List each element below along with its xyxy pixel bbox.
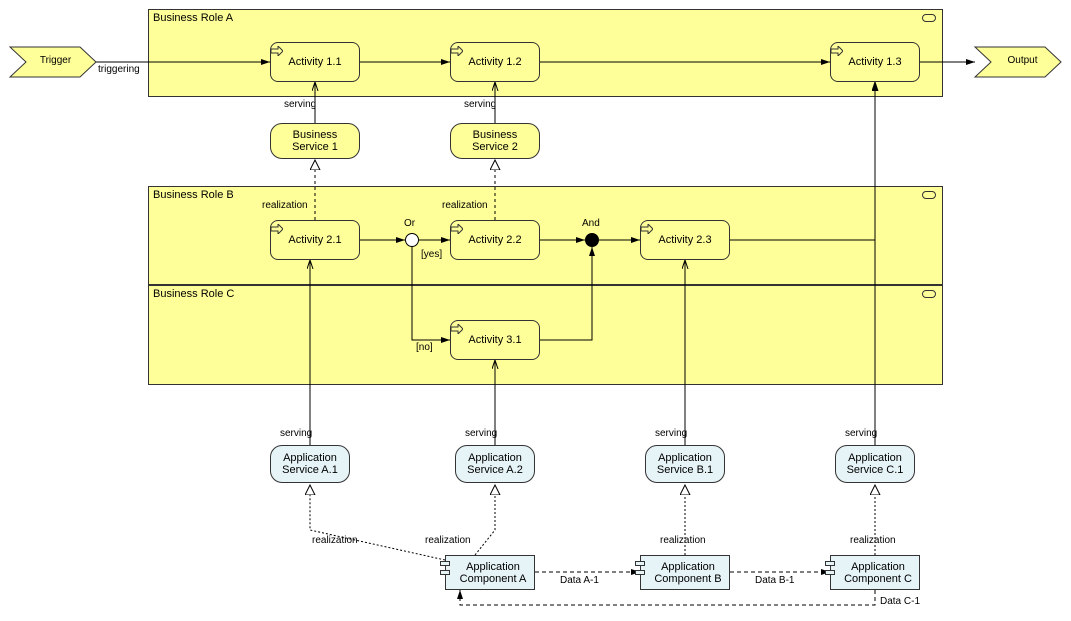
label-serving: serving (464, 99, 496, 110)
label: Application Service A.2 (462, 452, 528, 476)
app-service-a2[interactable]: Application Service A.2 (455, 445, 535, 483)
process-icon (271, 46, 283, 56)
app-component-a[interactable]: Application Component A (445, 555, 535, 590)
edge-a23-a13 (730, 82, 875, 240)
label: Application Service A.1 (277, 452, 343, 476)
process-icon (271, 224, 283, 234)
edge-a31-and (540, 247, 592, 340)
label: Business Service 2 (457, 129, 533, 153)
app-component-c[interactable]: Application Component C (830, 555, 920, 590)
label-data-a1: Data A-1 (560, 575, 599, 586)
app-service-a1[interactable]: Application Service A.1 (270, 445, 350, 483)
app-component-b[interactable]: Application Component B (640, 555, 730, 590)
label-realization: realization (425, 535, 471, 546)
label: Application Component B (645, 561, 725, 585)
activity-2-2[interactable]: Activity 2.2 (450, 220, 540, 260)
label: Application Component C (835, 561, 915, 585)
process-icon (641, 224, 653, 234)
label: Application Component A (450, 561, 530, 585)
label-no: [no] (416, 342, 433, 353)
and-junction[interactable] (585, 233, 599, 247)
edge-or-a31 (412, 247, 450, 340)
label-realization: realization (442, 200, 488, 211)
activity-3-1[interactable]: Activity 3.1 (450, 320, 540, 360)
label-realization: realization (660, 535, 706, 546)
label-serving: serving (284, 99, 316, 110)
edge-acC-acA (460, 590, 875, 605)
diagram-canvas: Business Role A Business Role B Business… (0, 0, 1071, 621)
label-or: Or (404, 218, 415, 229)
label-serving: serving (280, 428, 312, 439)
or-junction[interactable] (405, 233, 419, 247)
svg-layer (0, 0, 1071, 621)
edge-acA-asA1 (310, 485, 445, 560)
process-icon (831, 46, 843, 56)
process-icon (451, 324, 463, 334)
app-service-c1[interactable]: Application Service C.1 (835, 445, 915, 483)
activity-2-3[interactable]: Activity 2.3 (640, 220, 730, 260)
edge-acA-asA2 (475, 485, 495, 555)
label: Activity 2.3 (658, 234, 711, 246)
label: Activity 1.1 (288, 56, 341, 68)
label: Activity 1.3 (848, 56, 901, 68)
activity-1-2[interactable]: Activity 1.2 (450, 42, 540, 82)
activity-1-3[interactable]: Activity 1.3 (830, 42, 920, 82)
label-serving: serving (845, 428, 877, 439)
event-trigger-label: Trigger (28, 55, 83, 66)
label: Activity 2.2 (468, 234, 521, 246)
activity-1-1[interactable]: Activity 1.1 (270, 42, 360, 82)
label-data-c1: Data C-1 (880, 596, 920, 607)
business-service-2[interactable]: Business Service 2 (450, 123, 540, 159)
app-service-b1[interactable]: Application Service B.1 (645, 445, 725, 483)
business-service-1[interactable]: Business Service 1 (270, 123, 360, 159)
label-serving: serving (655, 428, 687, 439)
event-output-label: Output (995, 55, 1050, 66)
label: Application Service C.1 (842, 452, 908, 476)
label: Activity 1.2 (468, 56, 521, 68)
process-icon (451, 224, 463, 234)
label: Application Service B.1 (652, 452, 718, 476)
label-realization: realization (850, 535, 896, 546)
label: Activity 2.1 (288, 234, 341, 246)
label-realization: realization (312, 535, 358, 546)
label-triggering: triggering (98, 64, 140, 75)
label-and: And (582, 218, 600, 229)
label-yes: [yes] (421, 249, 442, 260)
process-icon (451, 46, 463, 56)
label: Activity 3.1 (468, 334, 521, 346)
activity-2-1[interactable]: Activity 2.1 (270, 220, 360, 260)
label-realization: realization (262, 200, 308, 211)
label: Business Service 1 (277, 129, 353, 153)
label-serving: serving (465, 428, 497, 439)
label-data-b1: Data B-1 (755, 575, 794, 586)
